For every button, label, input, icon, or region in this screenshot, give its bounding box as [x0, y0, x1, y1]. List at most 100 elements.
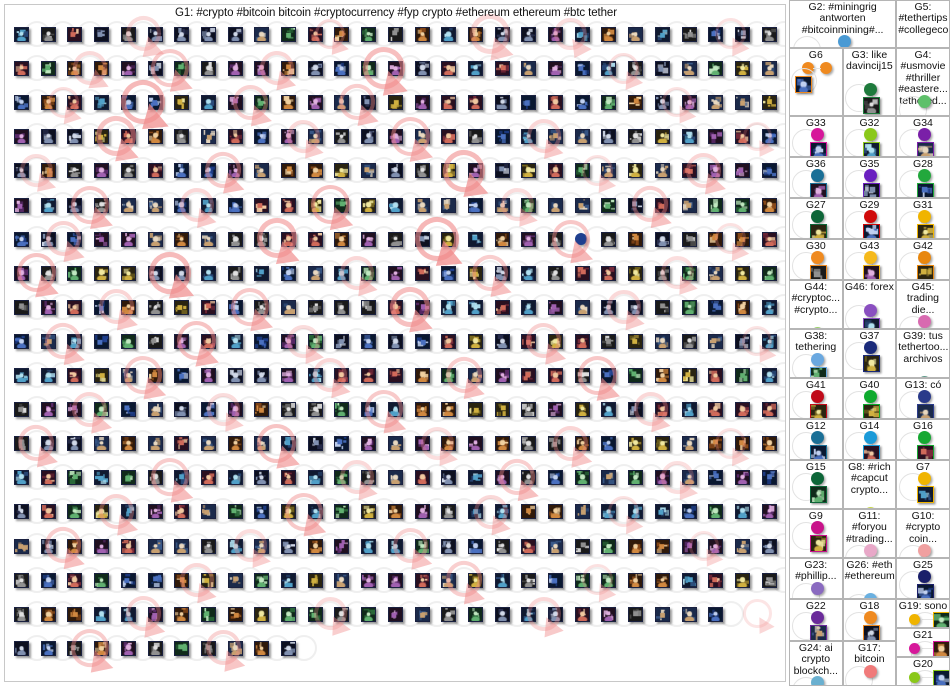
graph-vertex[interactable]: [521, 265, 537, 281]
graph-vertex[interactable]: [494, 27, 510, 42]
graph-vertex[interactable]: [414, 27, 430, 42]
graph-vertex[interactable]: [628, 129, 644, 145]
legend-group-thumbnail[interactable]: [863, 445, 881, 459]
graph-vertex[interactable]: [120, 27, 136, 42]
graph-vertex[interactable]: [521, 129, 537, 145]
graph-vertex[interactable]: [441, 436, 457, 452]
graph-vertex[interactable]: [227, 572, 243, 588]
graph-vertex[interactable]: [708, 436, 724, 452]
graph-vertex[interactable]: [174, 572, 190, 588]
graph-vertex[interactable]: [708, 470, 724, 486]
legend-group-thumbnail[interactable]: [809, 265, 827, 279]
legend-group-thumbnail[interactable]: [916, 183, 934, 197]
graph-vertex[interactable]: [147, 368, 163, 383]
graph-vertex[interactable]: [200, 368, 216, 383]
graph-vertex[interactable]: [628, 333, 644, 349]
graph-vertex[interactable]: [467, 402, 483, 418]
graph-vertex[interactable]: [414, 129, 430, 145]
legend-group-g15[interactable]: G15: [789, 460, 843, 509]
graph-vertex[interactable]: [94, 61, 110, 77]
graph-vertex[interactable]: [387, 368, 403, 383]
graph-vertex[interactable]: [334, 197, 350, 213]
graph-vertex[interactable]: [548, 95, 563, 111]
graph-vertex[interactable]: [147, 129, 163, 145]
graph-vertex[interactable]: [681, 95, 697, 111]
graph-vertex[interactable]: [200, 61, 216, 77]
graph-vertex[interactable]: [361, 538, 377, 554]
graph-vertex[interactable]: [414, 299, 430, 315]
graph-vertex[interactable]: [761, 163, 777, 179]
legend-group-thumbnail[interactable]: [863, 404, 881, 418]
graph-vertex[interactable]: [601, 333, 617, 349]
legend-group-node[interactable]: [917, 94, 931, 108]
graph-vertex[interactable]: [281, 572, 296, 588]
graph-vertex[interactable]: [200, 333, 216, 349]
legend-group-g11[interactable]: G11: #foryou #trading...: [842, 509, 897, 558]
graph-vertex[interactable]: [14, 163, 29, 179]
graph-vertex[interactable]: [254, 572, 270, 588]
graph-vertex[interactable]: [67, 504, 83, 520]
legend-group-g13[interactable]: G13: có: [896, 378, 950, 419]
graph-vertex[interactable]: [654, 197, 670, 213]
graph-vertex[interactable]: [94, 265, 110, 281]
graph-vertex[interactable]: [67, 129, 83, 145]
graph-vertex[interactable]: [574, 572, 590, 588]
graph-vertex[interactable]: [307, 265, 323, 281]
graph-vertex[interactable]: [361, 61, 377, 77]
graph-vertex[interactable]: [120, 163, 136, 179]
graph-vertex[interactable]: [761, 572, 777, 588]
graph-vertex[interactable]: [254, 265, 270, 281]
legend-group-g34[interactable]: G34: [896, 116, 950, 157]
legend-group-node[interactable]: [917, 251, 931, 265]
graph-vertex[interactable]: [734, 163, 750, 179]
graph-vertex[interactable]: [307, 470, 323, 486]
graph-vertex[interactable]: [147, 197, 163, 213]
graph-vertex[interactable]: [708, 368, 724, 383]
legend-group-g12[interactable]: G12: [789, 419, 843, 460]
graph-vertex[interactable]: [307, 231, 323, 247]
legend-group-g38[interactable]: G38: tethering: [789, 329, 843, 378]
graph-vertex[interactable]: [494, 606, 510, 622]
graph-vertex[interactable]: [281, 606, 296, 622]
graph-vertex[interactable]: [174, 402, 190, 418]
legend-group-node[interactable]: [810, 251, 824, 265]
graph-vertex[interactable]: [708, 95, 724, 111]
graph-vertex[interactable]: [120, 61, 136, 77]
graph-vertex[interactable]: [307, 299, 323, 315]
legend-group-g18[interactable]: G18: [842, 599, 897, 641]
graph-vertex[interactable]: [227, 640, 243, 656]
graph-vertex[interactable]: [40, 197, 56, 213]
legend-group-node[interactable]: [810, 611, 824, 625]
graph-vertex[interactable]: [361, 606, 377, 622]
graph-vertex[interactable]: [548, 368, 563, 383]
graph-vertex[interactable]: [14, 504, 29, 520]
legend-group-g2[interactable]: G2: #miningrig antworten #bitcoinmining#…: [789, 0, 897, 48]
graph-vertex[interactable]: [734, 265, 750, 281]
graph-vertex[interactable]: [120, 606, 136, 622]
legend-group-g24[interactable]: G24: ai crypto blockch...: [789, 641, 843, 686]
legend-group-node[interactable]: [810, 431, 824, 445]
graph-vertex[interactable]: [574, 129, 590, 145]
legend-group-node[interactable]: [917, 431, 931, 445]
graph-vertex[interactable]: [67, 368, 83, 383]
graph-vertex[interactable]: [307, 27, 323, 42]
graph-vertex[interactable]: [467, 299, 483, 315]
graph-vertex[interactable]: [494, 504, 510, 520]
legend-group-node[interactable]: [810, 390, 824, 404]
graph-vertex[interactable]: [120, 197, 136, 213]
graph-vertex[interactable]: [67, 231, 83, 247]
graph-vertex[interactable]: [681, 504, 697, 520]
graph-vertex[interactable]: [40, 163, 56, 179]
graph-vertex[interactable]: [361, 368, 377, 383]
graph-vertex[interactable]: [147, 163, 163, 179]
legend-group-g7[interactable]: G7: [896, 460, 950, 509]
graph-vertex[interactable]: [334, 231, 350, 247]
graph-vertex[interactable]: [40, 299, 56, 315]
graph-vertex[interactable]: [227, 197, 243, 213]
graph-vertex[interactable]: [574, 402, 590, 418]
graph-vertex[interactable]: [734, 333, 750, 349]
graph-vertex[interactable]: [574, 333, 590, 349]
graph-vertex[interactable]: [548, 470, 563, 486]
legend-group-thumbnail[interactable]: [863, 355, 881, 373]
graph-vertex[interactable]: [94, 27, 110, 42]
